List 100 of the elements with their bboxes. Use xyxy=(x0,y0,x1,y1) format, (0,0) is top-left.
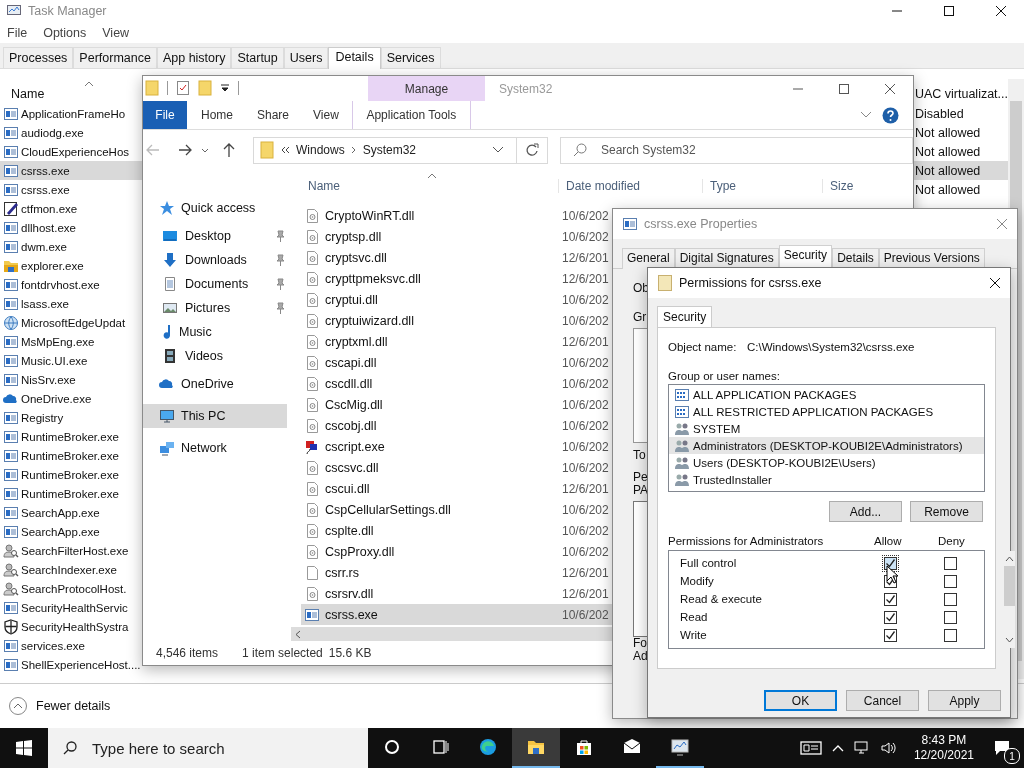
monitor-chart-icon xyxy=(670,737,690,757)
nav-item[interactable]: Quick access xyxy=(143,192,287,224)
fewer-details-link[interactable]: Fewer details xyxy=(36,699,111,713)
breadcrumb[interactable]: System32 xyxy=(362,143,417,157)
window-title: Permissions for csrss.exe xyxy=(679,276,822,290)
notification-button[interactable]: 1 xyxy=(980,728,1024,768)
breadcrumb[interactable]: Windows xyxy=(296,143,345,157)
ribbon-tab[interactable]: Home xyxy=(187,101,245,129)
checkbox[interactable] xyxy=(884,592,897,606)
column-header[interactable]: Name xyxy=(11,87,45,101)
star-icon xyxy=(159,200,175,216)
scroll-thumb[interactable] xyxy=(1004,566,1015,606)
button[interactable]: Apply xyxy=(928,690,1001,711)
checkbox[interactable] xyxy=(944,592,957,606)
list-item[interactable]: TrustedInstaller xyxy=(669,471,984,488)
button[interactable]: Remove xyxy=(910,501,983,522)
nav-item[interactable]: Music xyxy=(143,320,287,344)
gear-file-icon xyxy=(304,396,320,413)
nav-item[interactable]: OneDrive xyxy=(143,368,287,400)
table-cell-text: 12/6/201 xyxy=(561,250,609,265)
window-title: csrss.exe Properties xyxy=(644,217,758,231)
checkbox[interactable] xyxy=(944,574,957,588)
chevron-down-icon[interactable] xyxy=(860,111,872,119)
list-item[interactable]: ALL RESTRICTED APPLICATION PACKAGES xyxy=(669,403,984,420)
tab[interactable]: Users xyxy=(283,47,329,68)
nav-item[interactable]: Network xyxy=(143,432,287,464)
up-arrow-icon[interactable] xyxy=(221,142,237,158)
tab[interactable]: Details xyxy=(328,47,381,69)
tab[interactable]: Processes xyxy=(3,47,74,68)
user-list[interactable]: ALL APPLICATION PACKAGES ALL RESTRICTED APPLICATION PACKAGES SYSTEM Administrators (DESKTOP-KOUBI2E\Administrators) Users (DESKTOP-KOUBI2E\Users) TrustedInstaller xyxy=(668,384,985,492)
checkbox[interactable] xyxy=(884,628,897,642)
file-name: csrr.rs xyxy=(325,565,360,580)
nav-item[interactable]: Downloads xyxy=(143,248,287,272)
chevron-down-icon[interactable] xyxy=(492,146,504,154)
tab[interactable]: Details xyxy=(832,248,879,269)
row-highlight[interactable]: Not allowed xyxy=(914,161,1008,180)
file-name: cscsvc.dll xyxy=(325,460,379,475)
search-field[interactable]: Type here to search xyxy=(48,728,368,768)
permission-name: Full control xyxy=(679,557,738,569)
chevron-up-circle-icon[interactable] xyxy=(8,696,28,716)
file-name: crypttpmeksvc.dll xyxy=(325,271,421,286)
menu-item[interactable]: View xyxy=(102,25,130,40)
list-item[interactable]: ALL APPLICATION PACKAGES xyxy=(669,386,984,403)
ribbon-tab[interactable]: Share xyxy=(245,101,302,129)
tab[interactable]: General xyxy=(622,248,675,269)
tab[interactable]: Security xyxy=(657,306,713,327)
column-header[interactable]: Name xyxy=(301,179,558,193)
label-text: PA xyxy=(633,484,649,497)
process-name: services.exe xyxy=(21,639,85,652)
column-header[interactable]: Date modified xyxy=(558,179,702,193)
window-icon xyxy=(3,352,19,369)
gear-file-icon xyxy=(304,480,320,497)
nav-item[interactable]: Pictures xyxy=(143,296,287,320)
tab[interactable]: App history xyxy=(156,47,232,68)
volume-icon[interactable] xyxy=(879,740,898,756)
list-item[interactable]: SYSTEM xyxy=(669,420,984,437)
ribbon-tab[interactable]: File xyxy=(143,101,187,129)
button[interactable]: OK xyxy=(764,690,837,711)
process-name: OneDrive.exe xyxy=(21,392,92,405)
checkbox[interactable] xyxy=(944,628,957,642)
context-tab-header[interactable]: Manage xyxy=(368,76,485,101)
properties-check-icon[interactable] xyxy=(176,80,190,96)
news-icon[interactable] xyxy=(799,740,822,756)
nav-item[interactable]: Videos xyxy=(143,344,287,368)
gear-file-icon xyxy=(304,333,320,350)
tab[interactable]: Performance xyxy=(73,47,157,68)
mouse-pointer-icon xyxy=(886,565,898,584)
help-icon[interactable] xyxy=(882,106,899,124)
ribbon-tab[interactable]: View xyxy=(301,101,351,129)
nav-item[interactable]: Documents xyxy=(143,272,287,296)
list-item[interactable]: Administrators (DESKTOP-KOUBI2E\Administrators) xyxy=(669,437,984,454)
gear-file-icon xyxy=(304,228,320,245)
checkbox[interactable] xyxy=(944,610,957,624)
address-bar[interactable]: Windows System32 xyxy=(253,136,548,164)
forward-arrow-icon[interactable] xyxy=(177,142,193,158)
checkbox[interactable] xyxy=(884,610,897,624)
tab[interactable]: Services xyxy=(380,47,441,68)
nav-item[interactable]: This PC xyxy=(143,404,287,428)
column-header[interactable]: UAC virtualizat... xyxy=(913,87,1008,101)
button[interactable]: Add... xyxy=(829,501,902,522)
nav-item[interactable]: Desktop xyxy=(143,224,287,248)
search-field[interactable]: Search System32 xyxy=(560,136,913,164)
network-icon[interactable] xyxy=(853,740,870,756)
list-item[interactable]: Users (DESKTOP-KOUBI2E\Users) xyxy=(669,454,984,471)
taskbar-button[interactable] xyxy=(512,728,560,768)
column-header[interactable]: Type xyxy=(702,179,822,193)
window-icon xyxy=(3,409,19,426)
chevron-up-icon[interactable] xyxy=(831,744,844,752)
ribbon-tab[interactable]: Application Tools xyxy=(351,101,471,129)
row-highlight[interactable]: csrss.exe xyxy=(0,161,142,180)
process-name: SearchFilterHost.exe xyxy=(21,544,129,557)
process-name: SecurityHealthServic xyxy=(21,601,128,614)
clock[interactable]: 8:43 PM 12/20/2021 xyxy=(907,733,980,763)
button[interactable]: Cancel xyxy=(846,690,919,711)
file-name: cryptsvc.dll xyxy=(325,250,387,265)
column-header[interactable]: Size xyxy=(822,179,892,193)
menu-item[interactable]: File xyxy=(7,25,28,40)
menu-item[interactable]: Options xyxy=(43,25,87,40)
checkbox[interactable] xyxy=(944,556,957,570)
tab[interactable]: Startup xyxy=(231,47,284,68)
